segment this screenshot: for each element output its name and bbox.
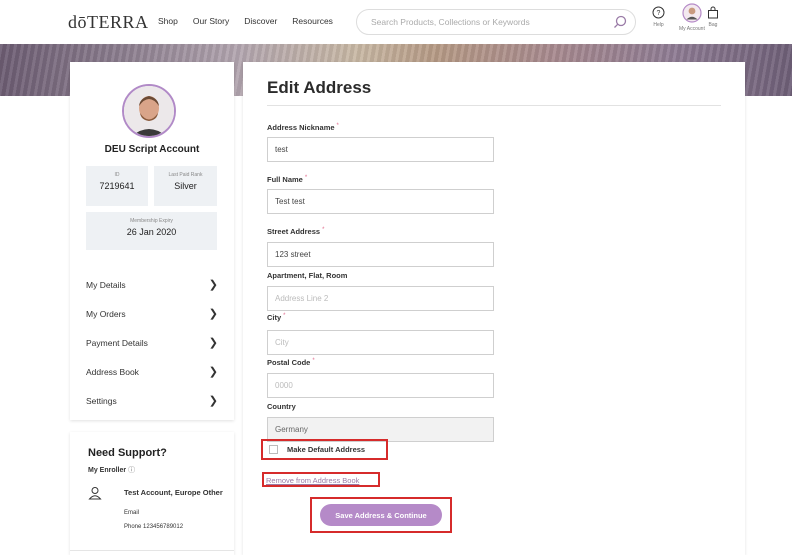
full-name-label: Full Name * (267, 175, 307, 184)
nickname-label-text: Address Nickname (267, 123, 335, 132)
menu-item-label: Address Book (86, 366, 139, 377)
site-logo[interactable]: dōTERRA (68, 12, 149, 33)
enroller-name: Test Account, Europe Other (124, 488, 223, 497)
id-stat: ID 7219641 (86, 166, 148, 206)
main-nav: Shop Our Story Discover Resources (158, 16, 348, 26)
chevron-right-icon: ❯ (208, 366, 218, 378)
account-avatar-icon (682, 3, 702, 23)
divider (70, 550, 234, 551)
account-menu: My Details ❯ My Orders ❯ Payment Details… (70, 270, 234, 415)
city-label-text: City (267, 313, 282, 322)
profile-avatar (122, 84, 176, 138)
chevron-right-icon: ❯ (208, 308, 218, 320)
postal-code-label-text: Postal Code (267, 358, 311, 367)
menu-item-settings[interactable]: Settings ❯ (70, 386, 234, 415)
address-line-2-input[interactable] (267, 286, 494, 311)
required-mark: * (304, 175, 308, 181)
bag-label: Bag (708, 22, 718, 28)
menu-item-payment-details[interactable]: Payment Details ❯ (70, 328, 234, 357)
enroller-heading: My Enroller ⓘ (88, 465, 135, 475)
rank-stat: Last Paid Rank Silver (154, 166, 217, 206)
nav-our-story[interactable]: Our Story (193, 16, 229, 26)
person-icon (88, 486, 102, 505)
edit-address-card: Edit Address Address Nickname* Full Name… (243, 62, 745, 555)
menu-item-my-orders[interactable]: My Orders ❯ (70, 299, 234, 328)
chevron-right-icon: ❯ (208, 395, 218, 407)
id-value: 7219641 (99, 181, 135, 191)
required-mark: * (312, 358, 315, 364)
search-bar (356, 9, 636, 35)
enroller-email[interactable]: Email (124, 510, 139, 516)
chevron-right-icon: ❯ (208, 279, 218, 291)
help-button[interactable]: ? Help (652, 6, 665, 28)
menu-item-label: Payment Details (86, 337, 148, 348)
remove-link-highlight: Remove from Address Book (262, 472, 380, 487)
enroller-label: My Enroller (88, 467, 127, 474)
menu-item-label: My Orders (86, 308, 126, 319)
membership-label: Membership Expiry (130, 218, 173, 224)
help-label: Help (653, 22, 664, 28)
bag-button[interactable]: Bag (707, 6, 719, 28)
required-mark: * (322, 227, 325, 233)
help-icon: ? (652, 6, 665, 19)
rank-value: Silver (174, 181, 197, 191)
account-name: DEU Script Account (104, 144, 200, 155)
membership-stat: Membership Expiry 26 Jan 2020 (86, 212, 217, 250)
divider (267, 105, 721, 106)
nav-discover[interactable]: Discover (244, 16, 277, 26)
info-icon[interactable]: ⓘ (128, 467, 135, 474)
street-address-input[interactable] (267, 242, 494, 267)
svg-text:?: ? (657, 10, 661, 17)
save-address-button[interactable]: Save Address & Continue (320, 504, 442, 526)
postal-code-input[interactable] (267, 373, 494, 398)
postal-code-label: Postal Code * (267, 358, 315, 367)
required-mark: * (336, 123, 339, 129)
profile-photo (124, 86, 174, 136)
account-sidebar: DEU Script Account ID 7219641 Last Paid … (70, 62, 234, 420)
street-label-text: Street Address (267, 227, 321, 236)
full-name-label-text: Full Name (267, 175, 303, 184)
nickname-label: Address Nickname * (267, 123, 339, 132)
support-card: Need Support? My Enroller ⓘ Test Account… (70, 432, 234, 555)
nav-resources[interactable]: Resources (292, 16, 333, 26)
full-name-input[interactable] (267, 189, 494, 214)
make-default-highlight: Make Default Address (261, 439, 388, 460)
apartment-label: Apartment, Flat, Room (267, 271, 348, 280)
my-account-label: My Account (679, 26, 705, 32)
search-input[interactable] (371, 10, 601, 34)
site-header: dōTERRA Shop Our Story Discover Resource… (0, 0, 792, 44)
my-account-button[interactable]: My Account (679, 3, 705, 32)
menu-item-my-details[interactable]: My Details ❯ (70, 270, 234, 299)
bag-icon (708, 6, 718, 19)
street-label: Street Address * (267, 227, 324, 236)
city-label: City * (267, 313, 286, 322)
enroller-phone: Phone 123456789012 (124, 524, 184, 530)
id-label: ID (114, 172, 120, 178)
city-input[interactable] (267, 330, 494, 355)
menu-item-label: My Details (86, 279, 126, 290)
remove-from-address-book-link[interactable]: Remove from Address Book (266, 476, 359, 485)
required-mark: * (283, 313, 286, 319)
support-title: Need Support? (88, 447, 167, 459)
menu-item-label: Settings (86, 395, 117, 406)
nav-shop[interactable]: Shop (158, 16, 178, 26)
save-button-highlight: Save Address & Continue (310, 497, 452, 533)
search-icon[interactable] (613, 15, 627, 34)
rank-label: Last Paid Rank (168, 172, 203, 178)
address-nickname-input[interactable] (267, 137, 494, 162)
make-default-label[interactable]: Make Default Address (287, 445, 365, 454)
make-default-checkbox[interactable] (269, 445, 278, 454)
membership-value: 26 Jan 2020 (126, 227, 177, 237)
page-title: Edit Address (267, 78, 372, 97)
country-label: Country (267, 402, 296, 411)
chevron-right-icon: ❯ (208, 337, 218, 349)
menu-item-address-book[interactable]: Address Book ❯ (70, 357, 234, 386)
